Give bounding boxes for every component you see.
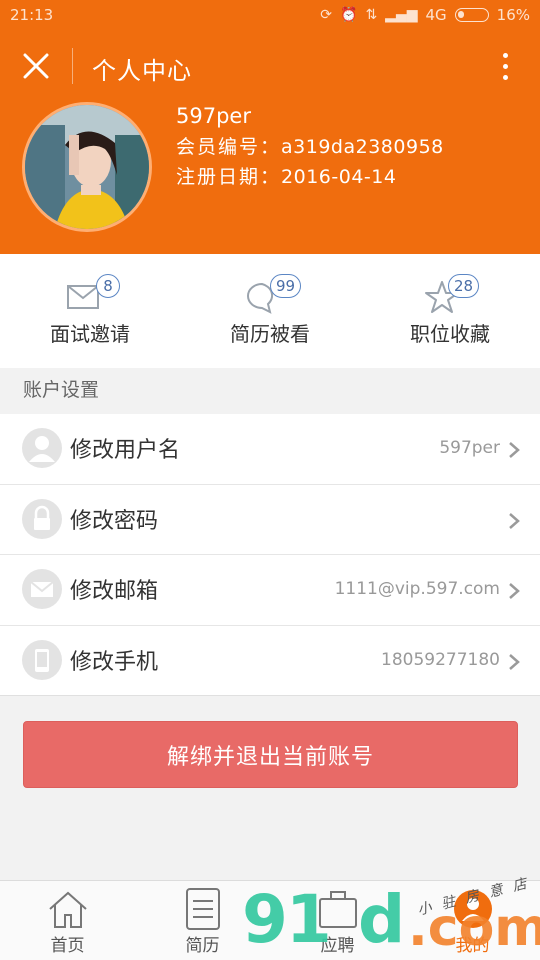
settings-row-username[interactable]: 修改用户名 597per (0, 414, 540, 485)
stat-badge: 8 (96, 274, 120, 298)
settings-row-password[interactable]: 修改密码 (0, 485, 540, 555)
battery-icon (454, 8, 489, 22)
home-icon (48, 891, 87, 928)
stat-label: 职位收藏 (410, 322, 490, 346)
resume-icon (185, 888, 220, 930)
account-settings-list: 修改用户名 597per 修改密码 修改邮箱 1111@vip.597.com (0, 414, 540, 696)
stat-label: 面试邀请 (50, 322, 130, 346)
signal-icon: ▂▄▆ (385, 7, 418, 23)
nav-item-resume[interactable]: 简历 (135, 881, 270, 960)
chevron-right-icon (509, 512, 520, 529)
row-value: 597per (439, 438, 500, 458)
bottom-nav: 首页 简历 应聘 我的 (0, 880, 540, 960)
settings-row-email[interactable]: 修改邮箱 1111@vip.597.com (0, 555, 540, 626)
briefcase-icon (318, 891, 357, 928)
stat-saved-jobs[interactable]: 28 职位收藏 (360, 254, 540, 368)
register-date-label: 注册日期： (176, 166, 282, 188)
profile-icon (453, 890, 492, 928)
profile-username: 597per (176, 104, 251, 128)
nav-item-home[interactable]: 首页 (0, 881, 135, 960)
page-title: 个人中心 (92, 57, 192, 85)
close-button[interactable] (14, 44, 58, 88)
phone-icon (22, 639, 62, 680)
alarm-icon: ⏰ (340, 7, 358, 23)
avatar[interactable] (22, 102, 152, 232)
profile-header: 21:13 ⟳ ⏰ ⇅ ▂▄▆ 4G 16% 个人中心 597per 会员编号：… (0, 0, 540, 254)
member-id-line: 会员编号：a319da2380958 (176, 132, 444, 159)
chevron-right-icon (509, 653, 520, 670)
chevron-right-icon (509, 442, 520, 458)
nav-label: 简历 (185, 936, 220, 956)
status-time: 21:13 (10, 6, 54, 24)
avatar-photo (25, 105, 149, 229)
stats-row: 8 面试邀请 99 简历被看 28 职位收藏 (0, 254, 540, 368)
nav-label: 应聘 (320, 936, 355, 956)
data-transfer-icon: ⇅ (365, 7, 378, 23)
title-bar: 个人中心 (0, 40, 540, 94)
row-label: 修改密码 (70, 508, 159, 534)
member-id-value: a319da2380958 (281, 136, 444, 158)
row-label: 修改邮箱 (70, 579, 159, 604)
row-value: 18059277180 (381, 649, 500, 670)
lock-icon (22, 498, 62, 539)
battery-percent: 16% (496, 6, 530, 24)
stat-badge: 99 (270, 274, 302, 298)
stat-badge: 28 (448, 274, 480, 298)
more-vertical-icon (502, 52, 508, 58)
stat-label: 简历被看 (230, 322, 310, 346)
title-divider (72, 48, 73, 84)
row-label: 修改用户名 (70, 438, 181, 463)
sync-icon: ⟳ (320, 7, 332, 23)
register-date-line: 注册日期：2016-04-14 (176, 162, 396, 189)
settings-row-phone[interactable]: 修改手机 18059277180 (0, 626, 540, 696)
status-bar: 21:13 ⟳ ⏰ ⇅ ▂▄▆ 4G 16% (0, 0, 540, 32)
stat-resume-views[interactable]: 99 简历被看 (180, 254, 360, 368)
nav-item-mine[interactable]: 我的 (405, 881, 540, 960)
account-settings-header: 账户设置 (0, 368, 540, 414)
nav-label: 首页 (50, 936, 85, 956)
register-date-value: 2016-04-14 (281, 166, 397, 188)
chevron-right-icon (509, 583, 520, 599)
member-id-label: 会员编号： (176, 136, 282, 158)
nav-item-applications[interactable]: 应聘 (270, 881, 405, 960)
close-icon (23, 53, 49, 79)
logout-button[interactable]: 解绑并退出当前账号 (23, 721, 518, 788)
row-value: 1111@vip.597.com (334, 579, 500, 599)
user-icon (22, 428, 62, 468)
status-icons: ⟳ ⏰ ⇅ ▂▄▆ 4G 16% (320, 6, 530, 24)
stat-interview-invites[interactable]: 8 面试邀请 (0, 254, 180, 368)
network-type: 4G (425, 6, 447, 24)
more-options-button[interactable] (490, 46, 520, 86)
envelope-icon (22, 569, 62, 609)
nav-label: 我的 (455, 936, 490, 956)
row-label: 修改手机 (70, 649, 159, 675)
